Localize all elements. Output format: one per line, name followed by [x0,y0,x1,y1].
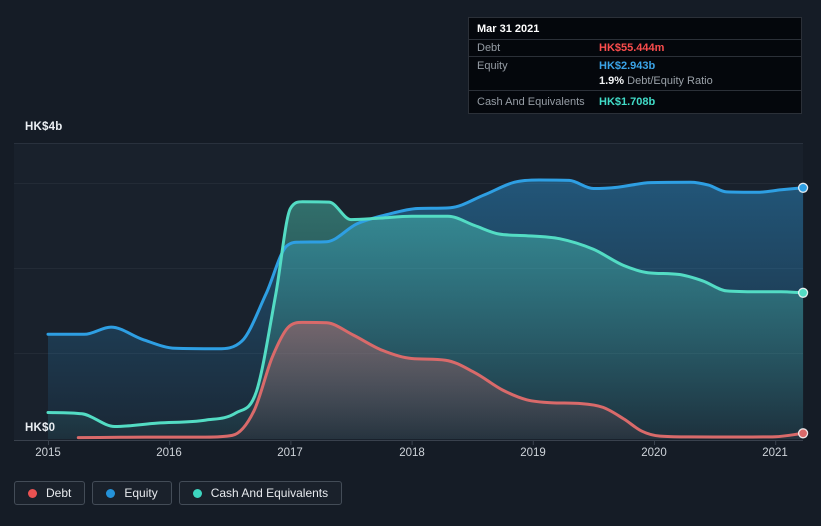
legend-item-cash[interactable]: Cash And Equivalents [178,481,343,505]
legend-equity-label: Equity [124,486,158,500]
tooltip-equity-row: Equity HK$2.943b 1.9% Debt/Equity Ratio [469,57,801,91]
y-axis-zero-label: HK$0 [25,422,56,434]
legend-item-debt[interactable]: Debt [14,481,86,505]
legend: Debt Equity Cash And Equivalents [14,481,343,505]
legend-item-equity[interactable]: Equity [92,481,172,505]
x-tick-2021: 2021 [762,447,788,459]
legend-cash-label: Cash And Equivalents [210,486,329,500]
x-tick-2017: 2017 [277,447,303,459]
debt-endpoint-marker [797,428,809,439]
equity-series-swatch-icon [106,488,116,498]
tooltip-debt-label: Debt [477,42,501,54]
equity-endpoint-marker [797,182,809,193]
tooltip-equity-value: HK$2.943b [599,59,656,72]
tooltip-cash-row: Cash And Equivalents HK$1.708b [469,91,801,113]
tooltip-cash-label: Cash And Equivalents [477,96,585,108]
cash-endpoint-marker [797,287,809,298]
y-axis-max-label: HK$4b [25,121,63,133]
tooltip-debt-value: HK$55.444m [599,42,665,54]
tooltip: Mar 31 2021 Debt HK$55.444m Equity HK$2.… [468,17,802,114]
tooltip-equity-label: Equity [477,59,508,72]
chart-panel: HK$4b HK$0 2015 2016 2017 2018 2019 2020… [0,0,821,526]
tooltip-cash-value: HK$1.708b [599,96,656,108]
x-tick-2016: 2016 [156,447,182,459]
x-tick-2019: 2019 [520,447,546,459]
legend-debt-label: Debt [46,486,72,500]
x-tick-2018: 2018 [399,447,425,459]
cash-series-swatch-icon [192,488,202,498]
debt-series-swatch-icon [28,488,37,498]
x-tick-2015: 2015 [35,447,61,459]
tooltip-date: Mar 31 2021 [469,18,801,40]
tooltip-debt-equity-ratio: 1.9% Debt/Equity Ratio [599,75,713,87]
tooltip-debt-row: Debt HK$55.444m [469,40,801,57]
x-tick-2020: 2020 [641,447,667,459]
